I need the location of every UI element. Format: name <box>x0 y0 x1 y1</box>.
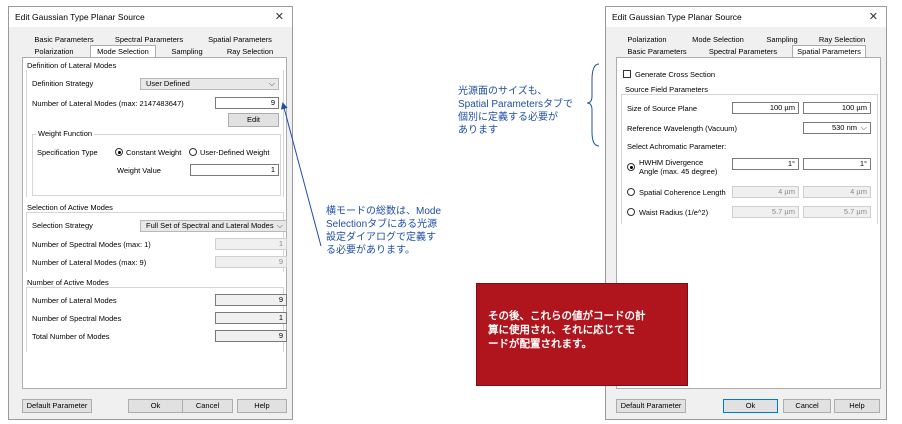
size-note-line: あります <box>458 125 498 136</box>
result-note: その後、これらの値がコードの計 算に使用され、それに応じてモ ードが配置されます… <box>488 309 646 351</box>
size-note-bracket <box>586 63 600 147</box>
mode-note-line: 設定ダイアログで定義す <box>326 232 436 243</box>
tab-mode-selection[interactable]: Mode Selection <box>90 45 156 57</box>
size-note-line: 個別に定義する必要が <box>458 112 558 123</box>
mode-note-arrow <box>280 102 322 247</box>
size-note-line: Spatial Parametersタブで <box>458 99 574 110</box>
size-note: 光源面のサイズも、 Spatial Parametersタブで 個別に定義する必… <box>458 85 573 137</box>
result-note-line: その後、これらの値がコードの計 <box>488 310 646 322</box>
mode-note-line: る必要があります。 <box>326 245 415 256</box>
callout-arrow-lines <box>280 63 600 247</box>
tab-spatial-parameters[interactable]: Spatial Parameters <box>792 45 866 57</box>
result-note-line: ードが配置されます。 <box>488 338 592 350</box>
mode-note: 横モードの総数は、Mode Selectionタブにある光源 設定ダイアログで定… <box>326 205 441 257</box>
result-callout: その後、これらの値がコードの計 算に使用され、それに応じてモ ードが配置されます… <box>476 283 688 386</box>
result-note-line: 算に使用され、それに応じてモ <box>488 324 636 336</box>
mode-note-line: 横モードの総数は、Mode <box>326 206 442 217</box>
size-note-line: 光源面のサイズも、 <box>458 86 548 97</box>
mode-note-line: Selectionタブにある光源 <box>326 219 438 230</box>
